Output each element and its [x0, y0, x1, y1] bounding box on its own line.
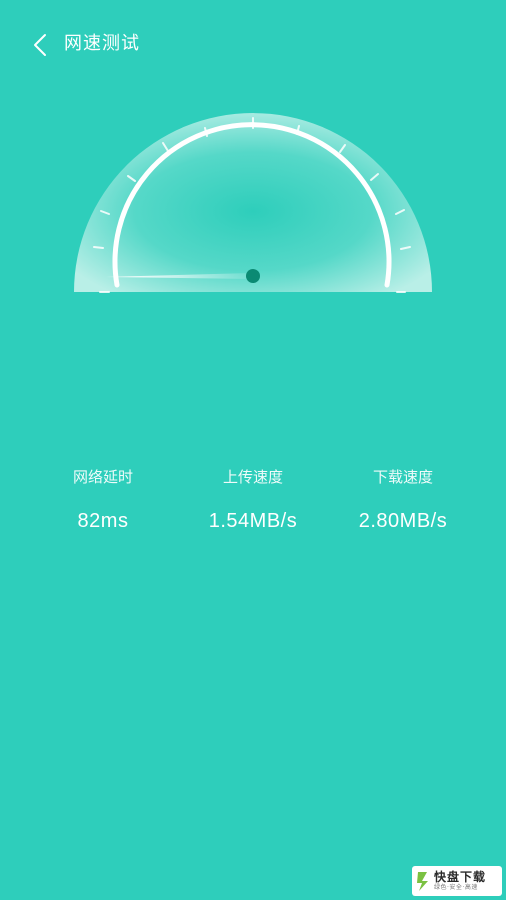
- speed-gauge: [74, 113, 432, 293]
- kuaipan-logo-icon: [417, 872, 428, 891]
- download-value: 2.80MB/s: [358, 510, 448, 532]
- watermark-main-text: 快盘下载: [434, 870, 487, 884]
- upload-label: 上传速度: [222, 468, 283, 486]
- page-title: 网速测试: [64, 33, 140, 54]
- gauge-hub: [246, 269, 260, 283]
- watermark-sub-text: 绿色·安全·高速: [434, 884, 478, 891]
- download-label: 下载速度: [372, 468, 433, 486]
- upload-value: 1.54MB/s: [208, 510, 298, 532]
- latency-label: 网络延时: [72, 468, 133, 486]
- download-stat: 下载速度 2.80MB/s: [323, 466, 483, 534]
- chevron-left-icon: [34, 34, 46, 56]
- latency-stat: 网络延时 82ms: [23, 466, 183, 534]
- stats-row: 网络延时 82ms 上传速度 1.54MB/s 下载速度 2.80MB/s: [0, 466, 506, 536]
- latency-value: 82ms: [77, 510, 129, 532]
- back-button[interactable]: [24, 28, 58, 62]
- upload-stat: 上传速度 1.54MB/s: [173, 466, 333, 534]
- watermark-logo: 快盘下载 绿色·安全·高速: [412, 866, 502, 896]
- top-bar: 网速测试: [0, 0, 506, 90]
